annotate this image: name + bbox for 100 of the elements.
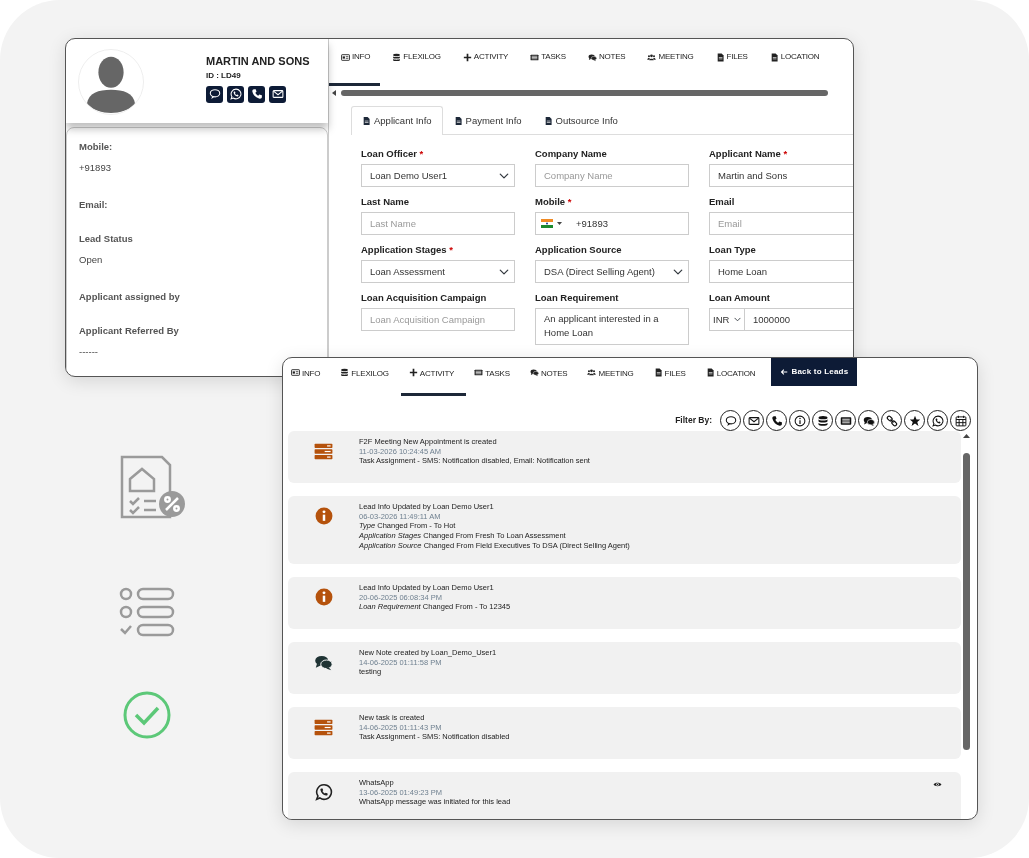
database-icon [392, 52, 402, 62]
chat-icon [529, 368, 539, 377]
field-label: Email [709, 196, 736, 209]
dropdown[interactable]: Loan Demo User1 [361, 164, 515, 188]
chat-icon [862, 414, 875, 427]
tab[interactable]: ACTIVITY [450, 39, 519, 86]
database-icon [340, 368, 350, 377]
field-label: Loan Requirement [535, 292, 620, 305]
chat-icon [208, 88, 221, 100]
filter-button[interactable] [766, 410, 787, 431]
file-icon [769, 52, 779, 62]
tab[interactable]: Applicant Info [351, 106, 443, 136]
tab[interactable]: FILES [645, 358, 698, 396]
tab[interactable]: NOTES [521, 358, 580, 396]
detail-value: +91893 [79, 161, 112, 176]
input-field[interactable]: Martin and Sons [709, 164, 853, 188]
dropdown[interactable]: DSA (Direct Selling Agent) [535, 260, 689, 284]
list-icon [474, 368, 484, 377]
info-icon [314, 588, 333, 606]
input-field[interactable]: Email [709, 212, 853, 236]
detail-label: Email: [79, 198, 109, 212]
tab[interactable]: Outsource Info [532, 106, 629, 136]
info-icon [314, 507, 333, 525]
tab[interactable]: LOCATION [697, 358, 768, 396]
back-button[interactable]: Back to Leads [771, 358, 858, 386]
document-icon [118, 455, 188, 521]
field-label: Loan Amount [709, 292, 771, 305]
plus-icon [462, 52, 472, 62]
tab[interactable]: Payment Info [442, 106, 533, 136]
filter-button[interactable] [858, 410, 879, 431]
detail-label: Applicant Referred By [79, 324, 180, 338]
people-icon [647, 52, 657, 62]
id-card-icon [341, 52, 350, 62]
currency-dropdown[interactable]: INR [709, 308, 745, 332]
whatsapp-icon [229, 88, 242, 100]
tab[interactable]: ACTIVITY [400, 358, 467, 396]
tab[interactable]: MEETING [579, 358, 646, 396]
filter-button[interactable] [743, 410, 764, 431]
email-button[interactable] [269, 85, 286, 103]
filter-label: Filter By: [675, 414, 712, 427]
input-field[interactable]: Home Loan [709, 260, 853, 284]
filter-button[interactable] [904, 410, 925, 431]
whatsapp-icon [931, 414, 944, 427]
database-icon [816, 414, 829, 427]
dropdown[interactable]: Loan Assessment [361, 260, 515, 284]
phone-icon [250, 88, 263, 100]
input-field[interactable]: Last Name [361, 212, 515, 236]
stack-icon [314, 718, 333, 737]
eye-icon [933, 780, 942, 789]
stack-icon [314, 442, 333, 461]
detail-value: ------ [79, 345, 99, 360]
filter-button[interactable] [789, 410, 810, 431]
call-button[interactable] [248, 85, 265, 103]
mail-icon [271, 88, 284, 100]
tab[interactable]: INFO [329, 39, 381, 86]
filter-button[interactable] [812, 410, 833, 431]
field-label: Applicant Name * [709, 148, 789, 161]
checklist-icon [118, 585, 176, 639]
scrollbar[interactable] [962, 434, 971, 750]
detail-label: Applicant assigned by [79, 290, 181, 304]
filter-button[interactable] [835, 410, 856, 431]
people-icon [587, 368, 597, 377]
input-field[interactable]: Company Name [535, 164, 689, 188]
whatsapp-button[interactable] [227, 85, 244, 103]
arrow-left-icon [780, 368, 789, 376]
field-label: Application Stages * [361, 244, 454, 257]
tab[interactable]: MEETING [635, 39, 704, 86]
tab[interactable]: TASKS [518, 39, 576, 86]
mail-icon [747, 414, 760, 427]
text-area[interactable]: An applicant interested in a Home Loan [535, 308, 689, 346]
plus-icon [408, 368, 418, 377]
tab[interactable]: TASKS [466, 358, 522, 396]
detail-value: Open [79, 253, 104, 268]
id-card-icon [291, 368, 300, 377]
list-icon [839, 414, 852, 427]
detail-label: Mobile: [79, 140, 114, 154]
check-circle-icon [122, 690, 172, 740]
tab[interactable]: NOTES [575, 39, 636, 86]
amount-field[interactable]: 1000000 [745, 308, 853, 332]
file-icon [715, 52, 725, 62]
star-icon [908, 414, 921, 427]
field-label: Loan Acquisition Campaign [361, 292, 488, 305]
tab[interactable]: FILES [703, 39, 758, 86]
chat-icon [314, 653, 333, 672]
field-label: Application Source [535, 244, 623, 257]
phone-icon [770, 414, 783, 427]
message-button[interactable] [206, 85, 223, 103]
file-icon [705, 368, 715, 377]
filter-button[interactable] [927, 410, 948, 431]
tab[interactable]: INFO [283, 358, 333, 396]
filter-button[interactable] [950, 410, 971, 431]
input-field[interactable]: Loan Acquisition Campaign [361, 308, 515, 332]
filter-button[interactable] [881, 410, 902, 431]
info-icon [793, 414, 806, 427]
tab[interactable]: FLEXILOG [380, 39, 451, 86]
field-label: Loan Officer * [361, 148, 425, 161]
tab[interactable]: FLEXILOG [332, 358, 401, 396]
filter-button[interactable] [720, 410, 741, 431]
tab[interactable]: LOCATION [757, 39, 830, 86]
field-label: Loan Type [709, 244, 757, 257]
